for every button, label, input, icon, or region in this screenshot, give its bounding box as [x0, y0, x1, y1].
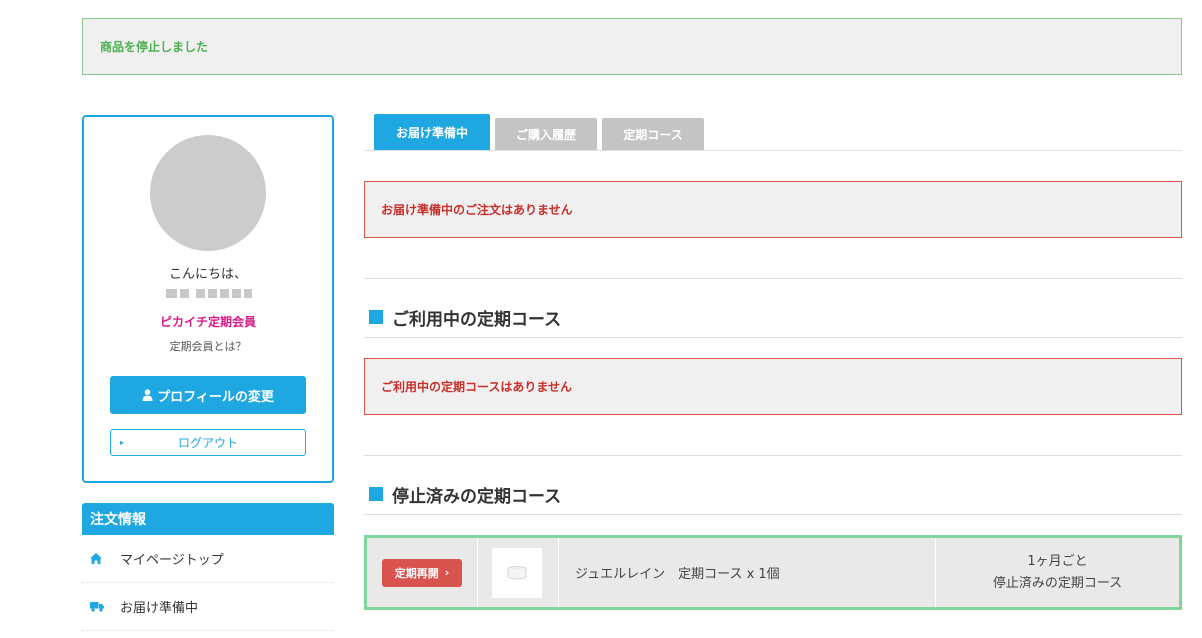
order-info-heading: 注文情報	[82, 503, 334, 535]
sidebar-item-label: お届け準備中	[120, 601, 199, 616]
edit-profile-button[interactable]: プロフィールの変更	[110, 376, 306, 414]
resume-label: 定期再開	[394, 566, 439, 580]
truck-icon	[90, 601, 104, 612]
divider	[364, 337, 1182, 338]
logout-label: ログアウト	[177, 436, 238, 450]
active-courses-title: ご利用中の定期コース	[369, 305, 562, 330]
stopped-courses-title: 停止済みの定期コース	[369, 482, 562, 507]
member-info-link[interactable]: 定期会員とは？	[84, 338, 332, 354]
resume-cell: 定期再開 ›	[367, 538, 478, 607]
thumbnail-cell	[478, 538, 559, 607]
caret-right-icon: ▸	[120, 438, 125, 447]
edit-profile-label: プロフィールの変更	[157, 389, 274, 405]
member-type: ピカイチ定期会員	[159, 315, 256, 329]
no-active-courses-message: ご利用中の定期コースはありません	[364, 358, 1182, 415]
section-title-text: 停止済みの定期コース	[392, 486, 562, 507]
square-bullet-icon	[369, 487, 383, 501]
stopped-course-row: 定期再開 › ジュエルレイン 定期コース x 1個 1ヶ月ごと 停止済みの定期コ…	[364, 535, 1182, 610]
avatar	[150, 135, 266, 251]
square-bullet-icon	[369, 310, 383, 324]
order-tabs: お届け準備中 ご購入履歴 定期コース	[364, 114, 1182, 151]
tab-purchase-history[interactable]: ご購入履歴	[495, 118, 597, 150]
divider	[364, 278, 1182, 279]
resume-subscription-button[interactable]: 定期再開 ›	[382, 558, 462, 587]
sidebar-item-label: マイページトップ	[120, 553, 224, 568]
success-notice: 商品を停止しました	[82, 18, 1182, 75]
product-name: ジュエルレイン 定期コース x 1個	[559, 538, 936, 607]
chevron-right-icon: ›	[444, 566, 450, 579]
home-icon	[90, 553, 104, 564]
username-redacted	[166, 289, 252, 298]
user-icon	[142, 389, 153, 401]
greeting-text: こんにちは、	[168, 267, 247, 282]
tab-subscription[interactable]: 定期コース	[602, 118, 704, 150]
product-thumbnail	[492, 547, 542, 598]
divider	[364, 455, 1182, 456]
no-pending-orders-message: お届け準備中のご注文はありません	[364, 181, 1182, 238]
sidebar-item-pending[interactable]: お届け準備中	[82, 583, 334, 631]
profile-card: こんにちは、 ピカイチ定期会員 定期会員とは？ プロフィールの変更 ▸ ログアウ…	[82, 115, 334, 483]
logout-button[interactable]: ▸ ログアウト	[110, 429, 306, 456]
tab-pending[interactable]: お届け準備中	[374, 114, 490, 150]
divider	[364, 514, 1182, 515]
notice-text: 商品を停止しました	[100, 40, 209, 54]
message-text: お届け準備中のご注文はありません	[381, 203, 573, 217]
message-text: ご利用中の定期コースはありません	[381, 380, 573, 394]
section-title-text: ご利用中の定期コース	[392, 309, 562, 330]
frequency-text: 1ヶ月ごと	[1027, 553, 1088, 569]
sidebar-item-mypage-top[interactable]: マイページトップ	[82, 535, 334, 583]
frequency-cell: 1ヶ月ごと 停止済みの定期コース	[936, 538, 1179, 607]
status-text: 停止済みの定期コース	[992, 575, 1123, 591]
